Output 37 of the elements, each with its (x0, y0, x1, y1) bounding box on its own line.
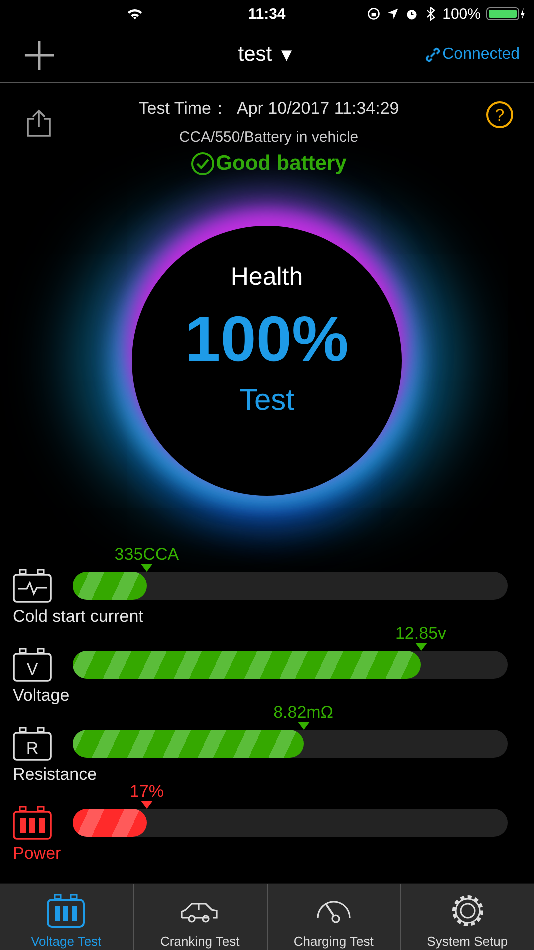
device-selector[interactable]: test ▼ (238, 43, 296, 67)
pointer-icon (140, 801, 153, 809)
metric-name: Voltage (13, 686, 71, 706)
connection-status[interactable]: Connected (442, 46, 520, 64)
check-circle-icon (191, 152, 216, 176)
tab[interactable]: Voltage Test (0, 884, 133, 950)
status-time: 11:34 (247, 6, 287, 22)
pointer-icon (415, 643, 427, 651)
help-icon[interactable]: ? (486, 101, 514, 129)
tab[interactable]: Cranking Test (132, 884, 266, 950)
tab[interactable]: System Setup (400, 884, 534, 950)
battery-percent: 100% (442, 6, 481, 22)
metric-name: Cold start current (13, 607, 144, 627)
metric-name: Power (13, 844, 62, 864)
share-icon[interactable] (26, 109, 52, 137)
pointer-icon (298, 722, 310, 730)
metric-reading: 335CCA (114, 546, 180, 564)
test-time: Test Time： Apr 10/2017 11:34:29 (138, 98, 400, 120)
metric-reading: 17% (130, 783, 164, 801)
battery-icon (46, 894, 86, 928)
metric-reading: 12.85v (395, 625, 447, 643)
metric-reading: 8.82mΩ (274, 704, 334, 722)
test-button[interactable]: Test (239, 384, 295, 418)
link-icon (424, 47, 441, 63)
test-details: CCA/550/Battery in vehicle (179, 129, 359, 146)
rotation-lock-icon (366, 7, 381, 21)
battery-icon (486, 6, 526, 22)
location-icon (386, 7, 400, 21)
gauge-label: Health (230, 263, 304, 292)
pointer-icon (140, 564, 153, 572)
wifi-icon (127, 8, 143, 20)
add-icon[interactable] (24, 40, 55, 70)
battery-verdict: Good battery (216, 152, 347, 176)
alarm-icon (404, 7, 419, 21)
metric-name: Resistance (13, 765, 98, 785)
tab[interactable]: Charging Test (266, 884, 400, 950)
health-value: 100% (185, 302, 349, 376)
